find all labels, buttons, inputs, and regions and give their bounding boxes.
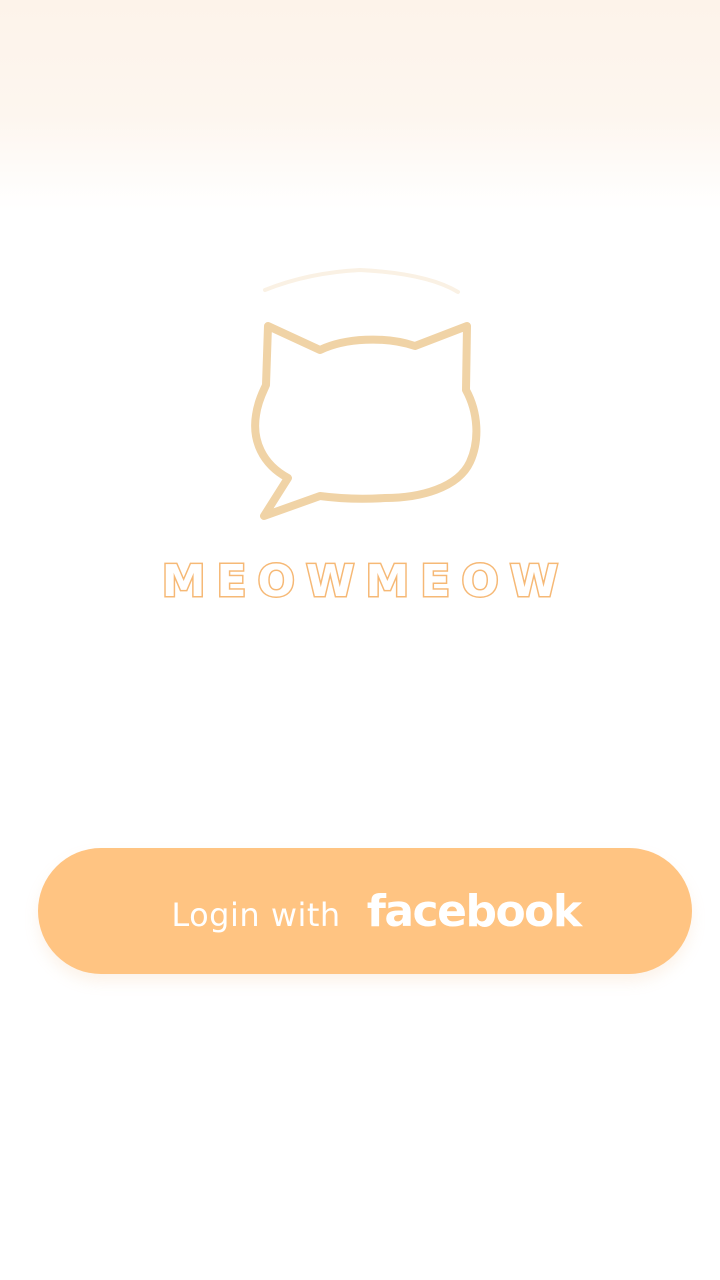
facebook-login-button[interactable]: Login with facebook xyxy=(38,848,692,974)
cat-speech-bubble-icon xyxy=(251,267,481,520)
top-background-fade xyxy=(0,0,720,210)
login-button-label: Login with xyxy=(171,895,341,934)
facebook-wordmark: facebook xyxy=(366,885,582,937)
login-button-content: Login with facebook xyxy=(171,885,582,937)
app-name: MEOWMEOW xyxy=(160,555,570,609)
app-logo xyxy=(230,240,490,540)
